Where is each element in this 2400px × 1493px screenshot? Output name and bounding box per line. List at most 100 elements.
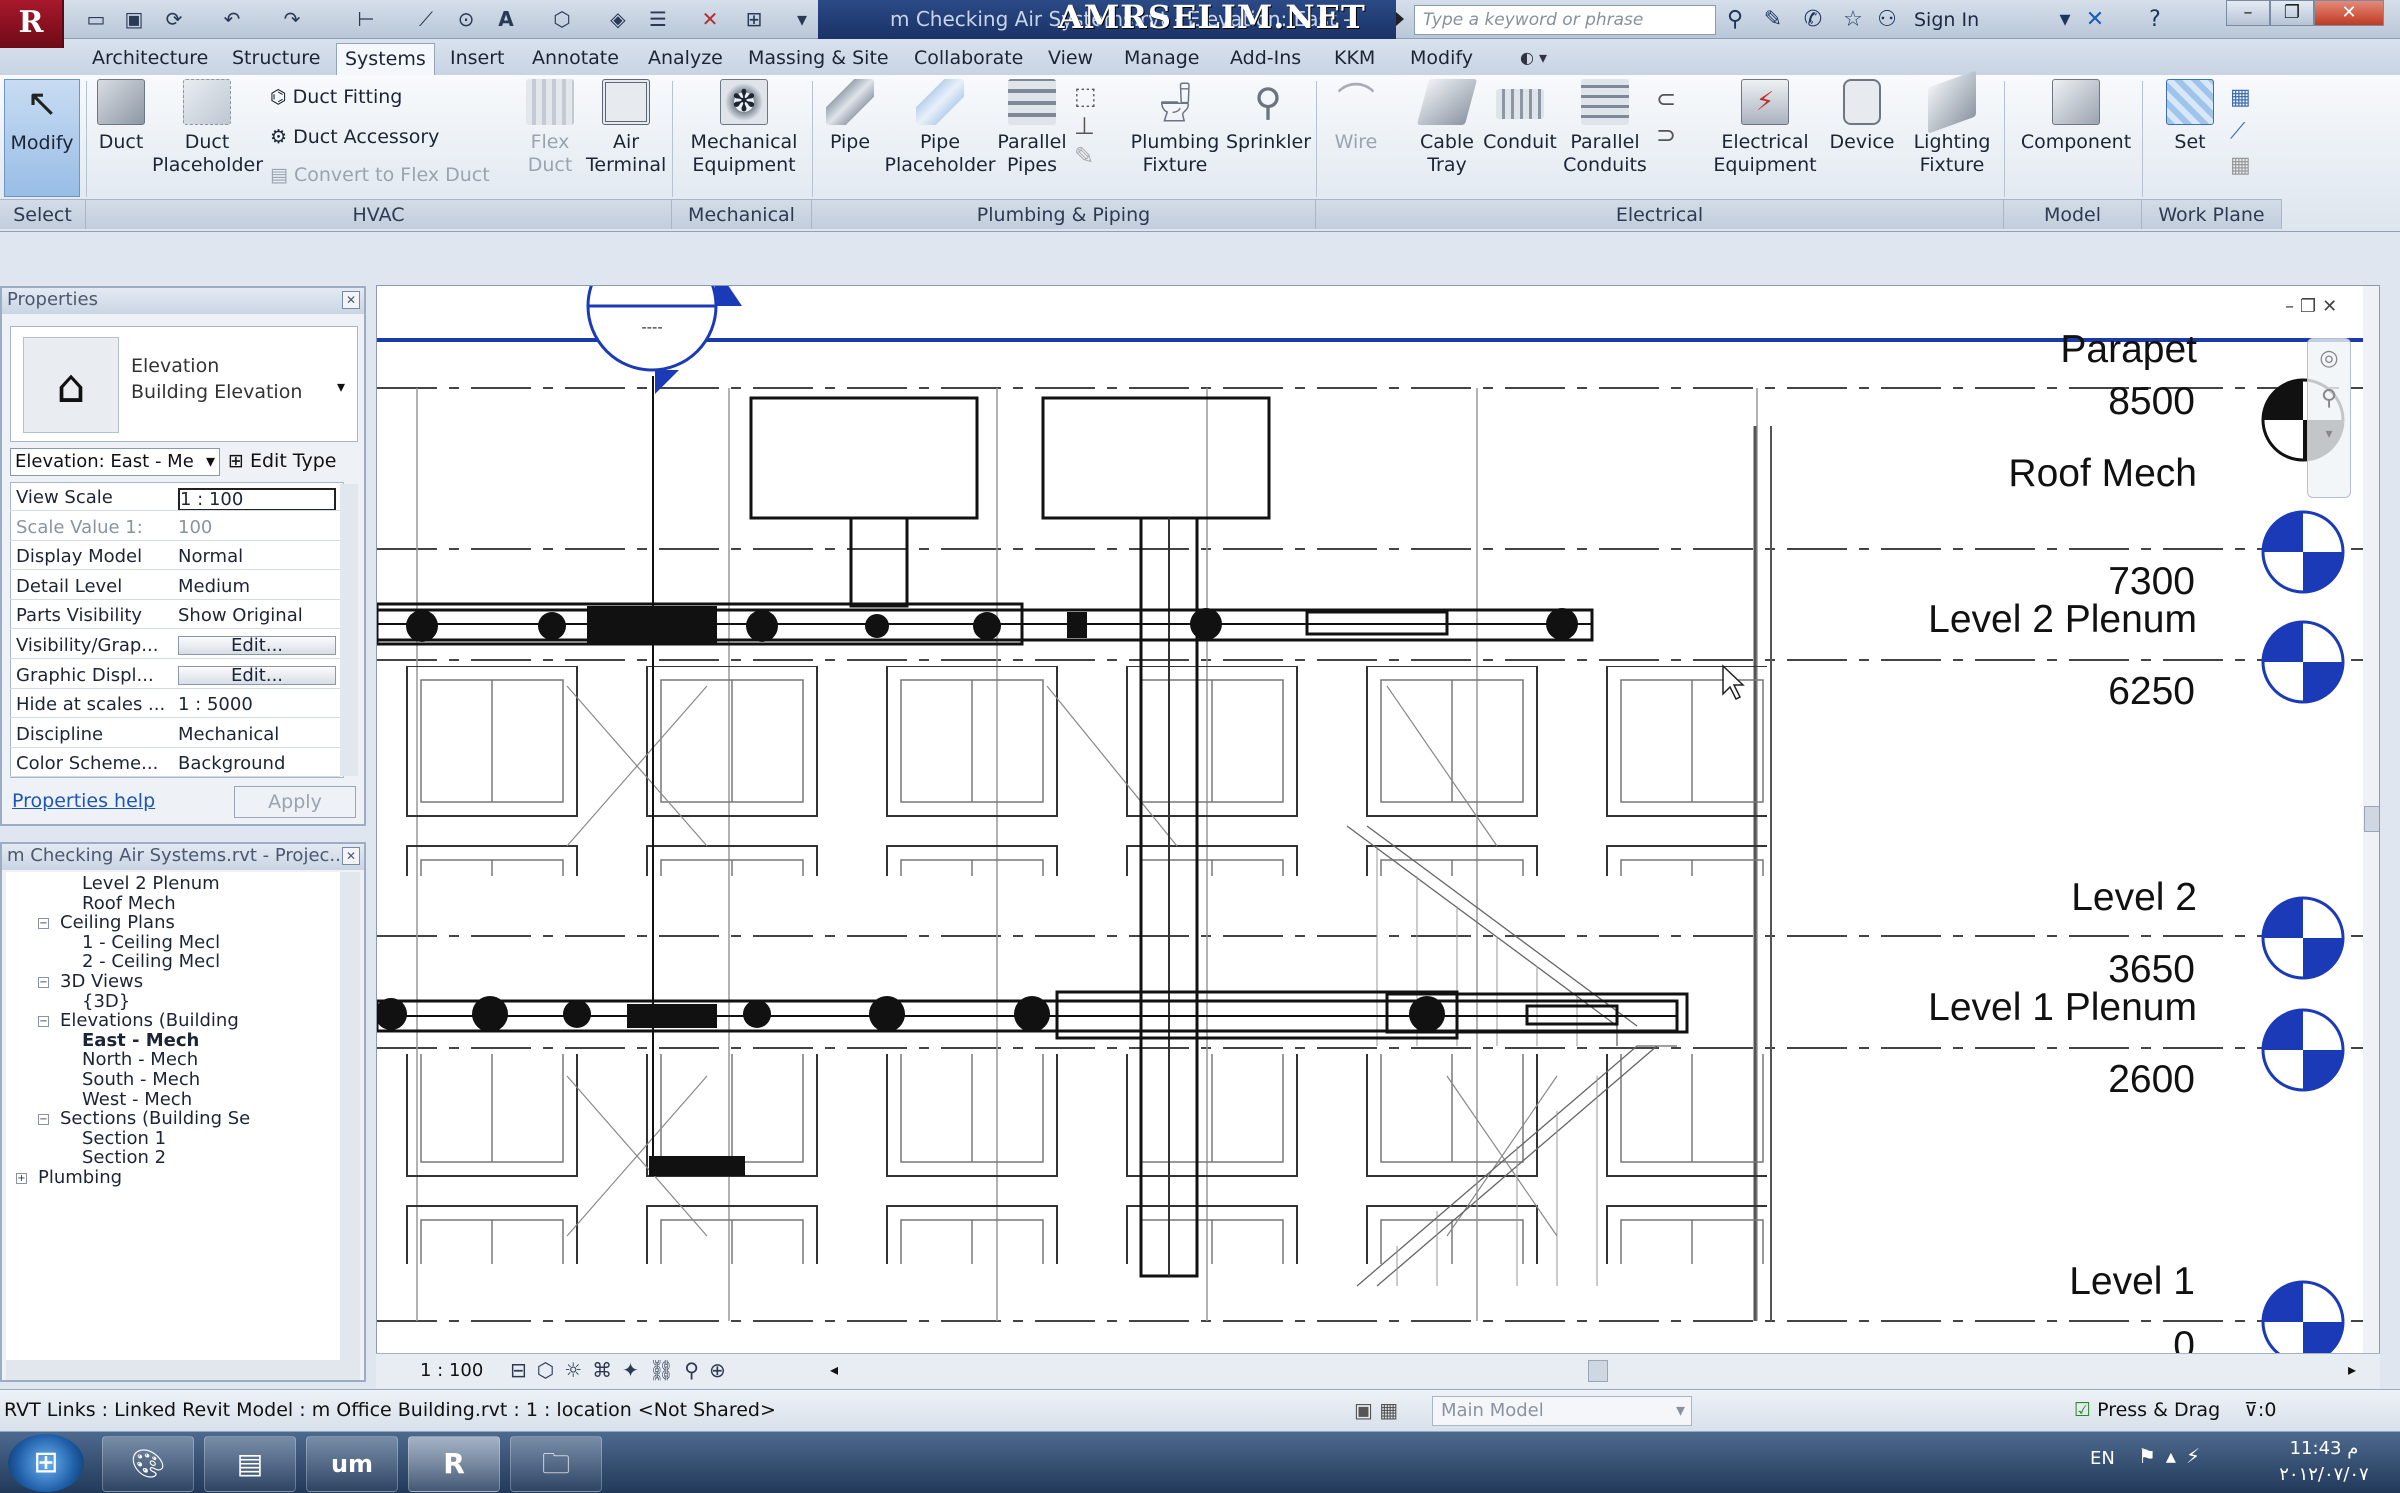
- tree-item[interactable]: 3D Views: [60, 972, 143, 992]
- wire-button[interactable]: ⌒ Wire: [1324, 79, 1388, 154]
- start-button[interactable]: ⊞: [8, 1434, 84, 1492]
- group-electrical-label[interactable]: Electrical: [1316, 199, 2004, 229]
- tree-item[interactable]: West - Mech: [82, 1089, 192, 1110]
- tree-item[interactable]: {3D}: [82, 991, 130, 1012]
- property-row[interactable]: Scale Value 1: 100: [10, 518, 358, 541]
- group-mechanical-label[interactable]: Mechanical: [672, 199, 812, 229]
- work-plane-tools-icon[interactable]: ▦ ⟋ ▦: [2230, 81, 2260, 183]
- minimize-button[interactable]: –: [2226, 0, 2270, 26]
- explorer-taskbar-icon[interactable]: 🗀: [510, 1436, 602, 1492]
- sign-in-link[interactable]: Sign In: [1914, 6, 1979, 34]
- view-control-icons[interactable]: ⊟⬡☼⌘✦⛓⚲⊕: [510, 1358, 736, 1382]
- dropdown-icon[interactable]: ▾: [2050, 6, 2080, 34]
- tab-structure[interactable]: Structure: [224, 43, 328, 75]
- view-scale-control[interactable]: 1 : 100: [420, 1360, 483, 1381]
- press-drag-toggle[interactable]: ☑ Press & Drag: [2074, 1390, 2220, 1430]
- dimension-icon[interactable]: ⟋: [412, 6, 440, 32]
- property-row[interactable]: Hide at scales ... 1 : 5000: [10, 695, 358, 719]
- property-value[interactable]: 1 : 5000: [178, 695, 336, 714]
- binoculars-icon[interactable]: ⚲: [1720, 6, 1750, 34]
- duct-button[interactable]: Duct: [90, 79, 152, 154]
- level-name-level-2-plenum[interactable]: Level 2 Plenum: [1817, 598, 2197, 642]
- level-name-level-1[interactable]: Level 1: [1877, 1260, 2195, 1304]
- tree-item[interactable]: North - Mech: [82, 1050, 198, 1070]
- favorites-icon[interactable]: ☆: [1838, 6, 1868, 34]
- filter-control[interactable]: ⊽:0: [2244, 1390, 2276, 1430]
- edit-button[interactable]: Edit...: [178, 636, 336, 655]
- steering-wheel-icon[interactable]: ◎: [2308, 339, 2350, 379]
- tree-item[interactable]: East - Mech: [82, 1030, 199, 1051]
- scroll-left-icon[interactable]: ◂: [830, 1360, 838, 1379]
- recorder-taskbar-icon[interactable]: um: [306, 1436, 398, 1492]
- tree-item[interactable]: Roof Mech: [82, 893, 176, 914]
- tab-manage[interactable]: Manage: [1116, 43, 1207, 75]
- parallel-conduits-button[interactable]: Parallel Conduits: [1560, 79, 1650, 177]
- application-menu-button[interactable]: R: [0, 0, 64, 48]
- property-value[interactable]: Show Original: [178, 606, 336, 625]
- horizontal-scroll-thumb[interactable]: [1588, 1360, 1608, 1382]
- subscription-icon[interactable]: ✎: [1758, 6, 1788, 34]
- type-selector[interactable]: ⌂ Elevation Building Elevation ▾: [10, 326, 358, 442]
- property-row[interactable]: Parts Visibility Show Original: [10, 606, 358, 630]
- tree-item[interactable]: Plumbing: [38, 1168, 122, 1188]
- property-value[interactable]: 100: [178, 518, 336, 537]
- property-value[interactable]: 1 : 100: [178, 488, 336, 511]
- lighting-fixture-button[interactable]: Lighting Fixture: [1904, 70, 2000, 177]
- ribbon-minimize-icon[interactable]: ◐ ▾: [1520, 47, 1564, 69]
- 3d-view-icon[interactable]: ⬡: [548, 6, 576, 32]
- property-value[interactable]: Mechanical: [178, 725, 336, 744]
- tab-add-ins[interactable]: Add-Ins: [1222, 43, 1309, 75]
- cable-tray-button[interactable]: Cable Tray: [1410, 79, 1484, 177]
- component-button[interactable]: Component: [2014, 79, 2138, 154]
- flex-duct-button[interactable]: Flex Duct: [512, 79, 588, 177]
- tree-item[interactable]: Elevations (Building: [60, 1011, 239, 1031]
- tree-item[interactable]: Section 1: [82, 1128, 166, 1149]
- user-icon[interactable]: ⚇: [1872, 6, 1902, 34]
- tree-item[interactable]: 2 - Ceiling Mecl: [82, 952, 220, 972]
- communication-icon[interactable]: ✆: [1798, 6, 1828, 34]
- tab-view[interactable]: View: [1040, 43, 1101, 75]
- edit-button[interactable]: Edit...: [178, 665, 336, 685]
- parallel-pipes-button[interactable]: Parallel Pipes: [994, 79, 1070, 177]
- tree-item[interactable]: South - Mech: [82, 1070, 200, 1090]
- edit-type-button[interactable]: ⊞ Edit Type: [228, 448, 336, 476]
- plumbing-fixture-button[interactable]: 🚽︎ Plumbing Fixture: [1128, 79, 1222, 177]
- tree-item[interactable]: Sections (Building Se: [60, 1109, 250, 1129]
- revit-taskbar-icon[interactable]: R: [408, 1436, 500, 1492]
- level-name-level-2[interactable]: Level 2: [1877, 876, 2197, 920]
- vertical-scrollbar[interactable]: [2363, 286, 2379, 1356]
- tree-item[interactable]: Level 2 Plenum: [82, 874, 220, 894]
- property-value[interactable]: Background: [178, 754, 336, 773]
- properties-scrollbar[interactable]: [340, 484, 358, 776]
- close-button[interactable]: ✕: [2314, 0, 2384, 26]
- active-workset-select[interactable]: Main Model ▾: [1432, 1396, 1692, 1426]
- measure-icon[interactable]: ⊢: [352, 6, 380, 32]
- tab-systems[interactable]: Systems: [336, 43, 435, 75]
- drawing-area[interactable]: ---- Parapet 8500 Roof Mech 7300 Level 2…: [376, 285, 2380, 1357]
- property-row[interactable]: View Scale 1 : 100: [10, 488, 358, 511]
- group-select-label[interactable]: Select: [0, 199, 86, 229]
- duct-fitting-button[interactable]: ⌬ Duct Fitting: [270, 85, 402, 109]
- view-window-controls[interactable]: –❐✕: [2285, 296, 2343, 317]
- group-model-label[interactable]: Model: [2004, 199, 2142, 229]
- search-input[interactable]: Type a keyword or phrase: [1414, 5, 1716, 35]
- switch-windows-icon[interactable]: ⊞: [740, 6, 768, 32]
- properties-help-link[interactable]: Properties help: [12, 790, 155, 812]
- tree-expand-toggle[interactable]: −: [38, 918, 49, 930]
- level-name-level-1-plenum[interactable]: Level 1 Plenum: [1817, 986, 2197, 1030]
- tab-massing-site[interactable]: Massing & Site: [740, 43, 897, 75]
- tab-collaborate[interactable]: Collaborate: [906, 43, 1031, 75]
- level-elevation-level-1-plenum[interactable]: 2600: [1877, 1058, 2195, 1102]
- electrical-equipment-button[interactable]: ⚡ Electrical Equipment: [1710, 79, 1820, 177]
- tab-modify[interactable]: Modify: [1402, 43, 1481, 75]
- exchange-icon[interactable]: ✕: [2080, 6, 2110, 34]
- vertical-scroll-thumb[interactable]: [2364, 806, 2379, 832]
- air-terminal-button[interactable]: Air Terminal: [586, 79, 666, 177]
- set-work-plane-button[interactable]: Set: [2150, 79, 2230, 154]
- document-taskbar-icon[interactable]: ▤: [204, 1436, 296, 1492]
- mechanical-equipment-button[interactable]: ✻ Mechanical Equipment: [684, 79, 804, 177]
- tree-expand-toggle[interactable]: +: [16, 1173, 27, 1184]
- property-row[interactable]: Discipline Mechanical: [10, 725, 358, 748]
- instance-filter-select[interactable]: Elevation: East - Me ▾: [10, 448, 220, 476]
- pipe-placeholder-button[interactable]: Pipe Placeholder: [882, 79, 998, 177]
